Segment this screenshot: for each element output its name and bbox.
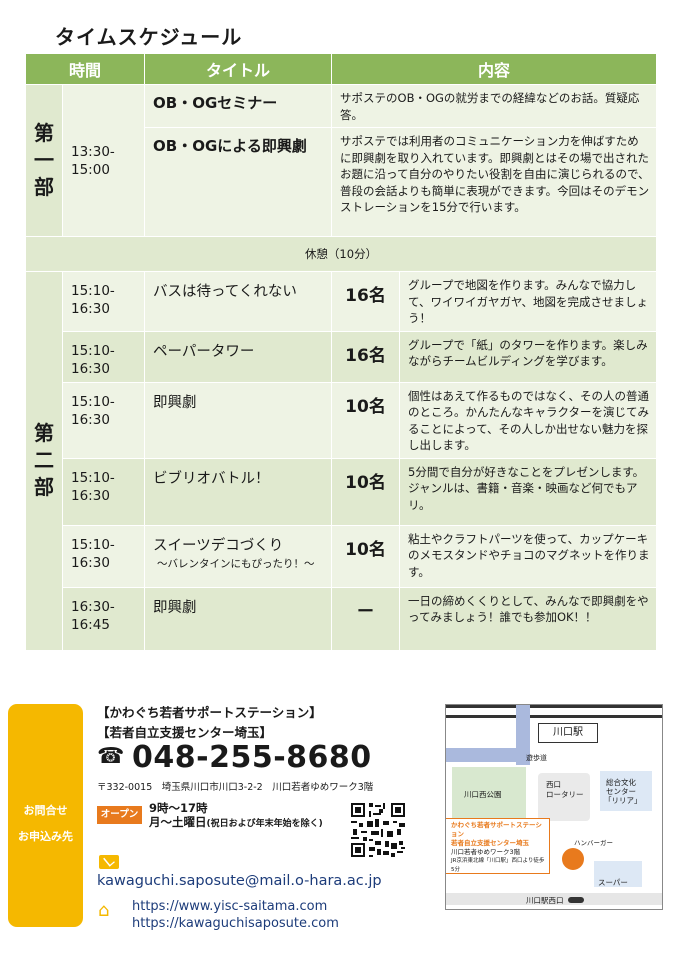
phone-icon: ☎ [97, 744, 125, 769]
station-label: 川口駅 [538, 723, 598, 743]
row-count: ー [331, 586, 401, 651]
part1-desc-1: サポステのOB・OGの就労までの経緯などのお話。質疑応答。 [331, 84, 658, 128]
row-title: スイーツデコづくり ～バレンタインにもぴったり！～ [144, 524, 333, 588]
row-title: 即興劇 [144, 586, 333, 651]
walkway-path [446, 748, 530, 762]
hours-time: 9時～17時 [149, 801, 208, 815]
row-desc: 粘土やクラフトパーツを使って、カップケーキのメモスタンドやチョコのマグネットを作… [399, 524, 658, 588]
row-count: 10名 [331, 524, 401, 588]
supermarket-label: スーパー [598, 878, 628, 887]
row-count: 16名 [331, 330, 401, 383]
table-row: 15:10- 16:30 ペーパータワー 16名 グループで「紙」のタワーを作りま… [26, 330, 658, 383]
opening-hours: 9時～17時 月～土曜日(祝日および年末年始を除く) [149, 801, 323, 831]
table-row: 15:10- 16:30 ビブリオバトル！ 10名 5分間で自分が好きなことをプレ… [26, 457, 658, 526]
row-title: ビブリオバトル！ [144, 457, 333, 526]
table-row: 第二部 15:10- 16:30 バスは待ってくれない 16名 グループで地図を作… [25, 271, 658, 651]
row-count: 16名 [331, 271, 401, 332]
row-title: バスは待ってくれない [144, 271, 333, 332]
row-time: 15:10- 16:30 [61, 381, 146, 459]
table-header-row: 時間 タイトル 内容 [24, 53, 658, 85]
park-label: 川口西公園 [464, 790, 502, 799]
qr-code[interactable] [349, 801, 407, 859]
part1-time: 13:30- 15:00 [61, 84, 146, 237]
contact-tab-line: お申込み先 [18, 830, 73, 843]
row-desc: 個性はあえて作るものではなく、その人の普通のところ。かんたんなキャラクターを演じ… [399, 381, 658, 459]
page-title: タイムスケジュール [55, 25, 243, 49]
part1-title-1: OB・OGセミナー [144, 84, 333, 128]
row-desc: グループで「紙」のタワーを作ります。楽しみながらチームビルディングを学びます。 [399, 330, 658, 383]
location-marker [562, 848, 584, 870]
open-badge: オープン [97, 806, 142, 824]
table-row: 15:10- 16:30 スイーツデコづくり ～バレンタインにもぴったり！～ 10… [26, 524, 658, 588]
home-icon: ⌂ [98, 900, 110, 921]
rotary-label-2: ロータリー [546, 790, 584, 799]
part2-label: 第二部 [25, 271, 63, 651]
row-time: 15:10- 16:30 [61, 330, 146, 383]
row-time: 15:10- 16:30 [61, 271, 146, 332]
callout-org1: かわぐち若者サポートステーション [451, 821, 542, 838]
row-desc: 5分間で自分が好きなことをプレゼンします。ジャンルは、書籍・音楽・映画など何でも… [399, 457, 658, 526]
part1-desc-2: サポステでは利用者のコミュニケーション力を伸ばすために即興劇を取り入れています。… [331, 127, 658, 237]
part1-label: 第一部 [25, 84, 63, 237]
traffic-light-icon [568, 897, 584, 903]
hours-days: 月～土曜日 [149, 815, 207, 829]
table-row: 第一部 13:30- 15:00 OB・OGセミナー サポステのOB・OGの就労ま… [25, 84, 658, 237]
part1-title-2: OB・OGによる即興劇 [144, 127, 333, 237]
break-label: 休憩（10分） [24, 236, 658, 272]
burger-label: ハンバーガー [574, 839, 613, 847]
callout-addr2: JR京浜東北線「川口駅」西口より徒歩5分 [451, 858, 545, 873]
rail-line [446, 705, 662, 708]
row-count: 10名 [331, 381, 401, 459]
phone-number[interactable]: 048-255-8680 [132, 740, 372, 775]
row-title: ペーパータワー [144, 330, 333, 383]
row-desc: グループで地図を作ります。みんなで協力して、ワイワイガヤガヤ、地図を完成させまし… [399, 271, 658, 332]
row-time: 15:10- 16:30 [61, 457, 146, 526]
cultural-label-3: 「リリア」 [604, 796, 642, 805]
row-time: 16:30- 16:45 [61, 586, 146, 651]
mail-icon [99, 855, 119, 869]
walkway-label: 遊歩道 [526, 754, 547, 762]
org-name-1: 【かわぐち若者サポートステーション】 [97, 705, 322, 720]
header-title: タイトル [144, 53, 333, 85]
row-count: 10名 [331, 457, 401, 526]
row-subtitle: ～バレンタインにもぴったり！～ [157, 557, 315, 570]
org-name-2: 【若者自立支援センター埼玉】 [97, 725, 273, 740]
crossing-label: 川口駅西口 [526, 896, 564, 905]
row-time: 15:10- 16:30 [61, 524, 146, 588]
header-content: 内容 [331, 53, 658, 85]
email-link[interactable]: kawaguchi.saposute@mail.o-hara.ac.jp [97, 873, 382, 889]
address: 〒332-0015 埼玉県川口市川口3-2-2 川口若者ゆめワーク3階 [97, 782, 374, 793]
contact-tab: お問合せ お申込み先 [8, 704, 83, 927]
table-row: 16:30- 16:45 即興劇 ー 一日の締めくくりとして、みんなで即興劇をやっ… [26, 586, 658, 651]
row-title: 即興劇 [144, 381, 333, 459]
callout-addr1: 川口若者ゆめワーク3階 [451, 848, 521, 856]
row-desc: 一日の締めくくりとして、みんなで即興劇をやってみましょう！誰でも参加OK！！ [399, 586, 658, 651]
row-title-main: スイーツデコづくり [153, 537, 284, 554]
header-time: 時間 [24, 53, 146, 85]
website-link-2[interactable]: https://kawaguchisaposute.com [132, 916, 339, 931]
table-row: 15:10- 16:30 即興劇 10名 個性はあえて作るものではなく、その人の普… [26, 381, 658, 459]
website-link-1[interactable]: https://www.yisc-saitama.com [132, 899, 327, 914]
break-row: 休憩（10分） [24, 236, 658, 272]
hours-note: (祝日および年末年始を除く) [206, 819, 323, 829]
map-callout: かわぐち若者サポートステーション 若者自立支援センター埼玉 川口若者ゆめワーク3… [446, 818, 550, 874]
contact-tab-line: お問合せ [23, 804, 68, 817]
rail-line [446, 715, 662, 718]
callout-org2: 若者自立支援センター埼玉 [451, 839, 529, 847]
access-map: 川口駅 遊歩道 川口西公園 西口 ロータリー 総合文化 センター 「リリア」 か… [445, 704, 663, 910]
schedule-table: 時間 タイトル 内容 第一部 13:30- 15:00 OB・OGセミナー サポス… [24, 53, 658, 651]
